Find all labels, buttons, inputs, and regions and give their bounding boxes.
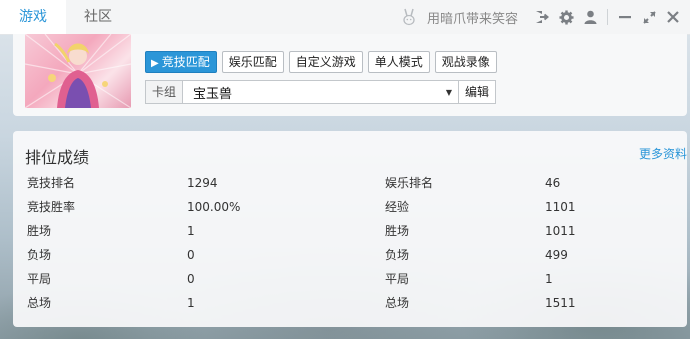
stat-key: 竞技排名 [27, 176, 76, 190]
rank-panel: 排位成绩 更多资料 竞技排名 1294 娱乐排名 46 竞技胜率 100.00%… [13, 131, 687, 327]
stat-value: 46 [545, 176, 561, 190]
more-info-link[interactable]: 更多资料 [639, 145, 687, 162]
deck-selected-value: 宝玉兽 [193, 86, 233, 102]
minimize-icon[interactable] [614, 6, 636, 28]
ranked-match-label: 竞技匹配 [161, 55, 210, 69]
bunny-avatar-icon [399, 7, 419, 27]
stat-row: 负场 0 负场 499 [27, 243, 687, 267]
deck-select[interactable]: 宝玉兽 ▼ [182, 80, 459, 104]
stat-row: 平局 0 平局 1 [27, 267, 687, 291]
stat-value: 1511 [545, 296, 576, 310]
play-icon: ▶ [151, 58, 159, 69]
stat-value: 499 [545, 248, 568, 262]
custom-game-button[interactable]: 自定义游戏 [288, 51, 363, 73]
tab-community[interactable]: 社区 [66, 0, 130, 34]
window-tools: 用暗爪带来笑容 [399, 0, 690, 34]
stat-value: 1294 [187, 176, 218, 190]
stat-value: 0 [187, 272, 195, 286]
stat-row: 总场 1 总场 1511 [27, 291, 687, 315]
logout-icon[interactable] [531, 6, 553, 28]
stat-key: 经验 [385, 200, 410, 214]
stat-key: 平局 [27, 272, 52, 286]
stat-key: 负场 [27, 248, 52, 262]
stat-key: 总场 [27, 296, 52, 310]
stat-value: 1101 [545, 200, 576, 214]
ranked-match-button[interactable]: ▶ 竞技匹配 [145, 51, 217, 73]
stat-row: 胜场 1 胜场 1011 [27, 219, 687, 243]
rank-stats-table: 竞技排名 1294 娱乐排名 46 竞技胜率 100.00% 经验 1101 胜… [27, 171, 687, 315]
toolbar-divider [607, 9, 608, 25]
gear-icon[interactable] [555, 6, 577, 28]
user-profile[interactable]: 用暗爪带来笑容 [399, 7, 518, 27]
user-icon[interactable] [579, 6, 601, 28]
stat-key: 胜场 [385, 224, 410, 238]
close-icon[interactable] [662, 6, 684, 28]
stat-key: 平局 [385, 272, 410, 286]
stat-value: 100.00% [187, 200, 241, 214]
stat-key: 娱乐排名 [385, 176, 434, 190]
stat-key: 总场 [385, 296, 410, 310]
play-panel: ▶ 竞技匹配 娱乐匹配 自定义游戏 单人模式 观战录像 卡组 宝玉兽 ▼ 编辑 [13, 34, 687, 116]
stat-key: 负场 [385, 248, 410, 262]
stat-value: 1 [545, 272, 553, 286]
dropdown-arrow-icon: ▼ [445, 87, 452, 97]
deck-edit-button[interactable]: 编辑 [459, 80, 497, 104]
player-portrait [25, 34, 131, 108]
stat-key: 竞技胜率 [27, 200, 76, 214]
deck-selector-row: 卡组 宝玉兽 ▼ 编辑 [145, 80, 497, 104]
top-bar: 游戏 社区 用暗爪带来笑容 [0, 0, 690, 35]
stat-key: 胜场 [27, 224, 52, 238]
stat-row: 竞技排名 1294 娱乐排名 46 [27, 171, 687, 195]
casual-match-button[interactable]: 娱乐匹配 [221, 51, 284, 73]
expand-icon[interactable] [638, 6, 660, 28]
deck-label: 卡组 [145, 80, 182, 104]
stat-value: 1011 [545, 224, 576, 238]
stat-value: 0 [187, 248, 195, 262]
tab-game[interactable]: 游戏 [0, 0, 66, 34]
user-name: 用暗爪带来笑容 [426, 11, 518, 27]
single-player-button[interactable]: 单人模式 [367, 51, 430, 73]
game-mode-buttons: ▶ 竞技匹配 娱乐匹配 自定义游戏 单人模式 观战录像 [145, 51, 502, 73]
rank-title: 排位成绩 [25, 148, 90, 167]
stat-value: 1 [187, 296, 195, 310]
stat-value: 1 [187, 224, 195, 238]
stat-row: 竞技胜率 100.00% 经验 1101 [27, 195, 687, 219]
replay-button[interactable]: 观战录像 [434, 51, 497, 73]
